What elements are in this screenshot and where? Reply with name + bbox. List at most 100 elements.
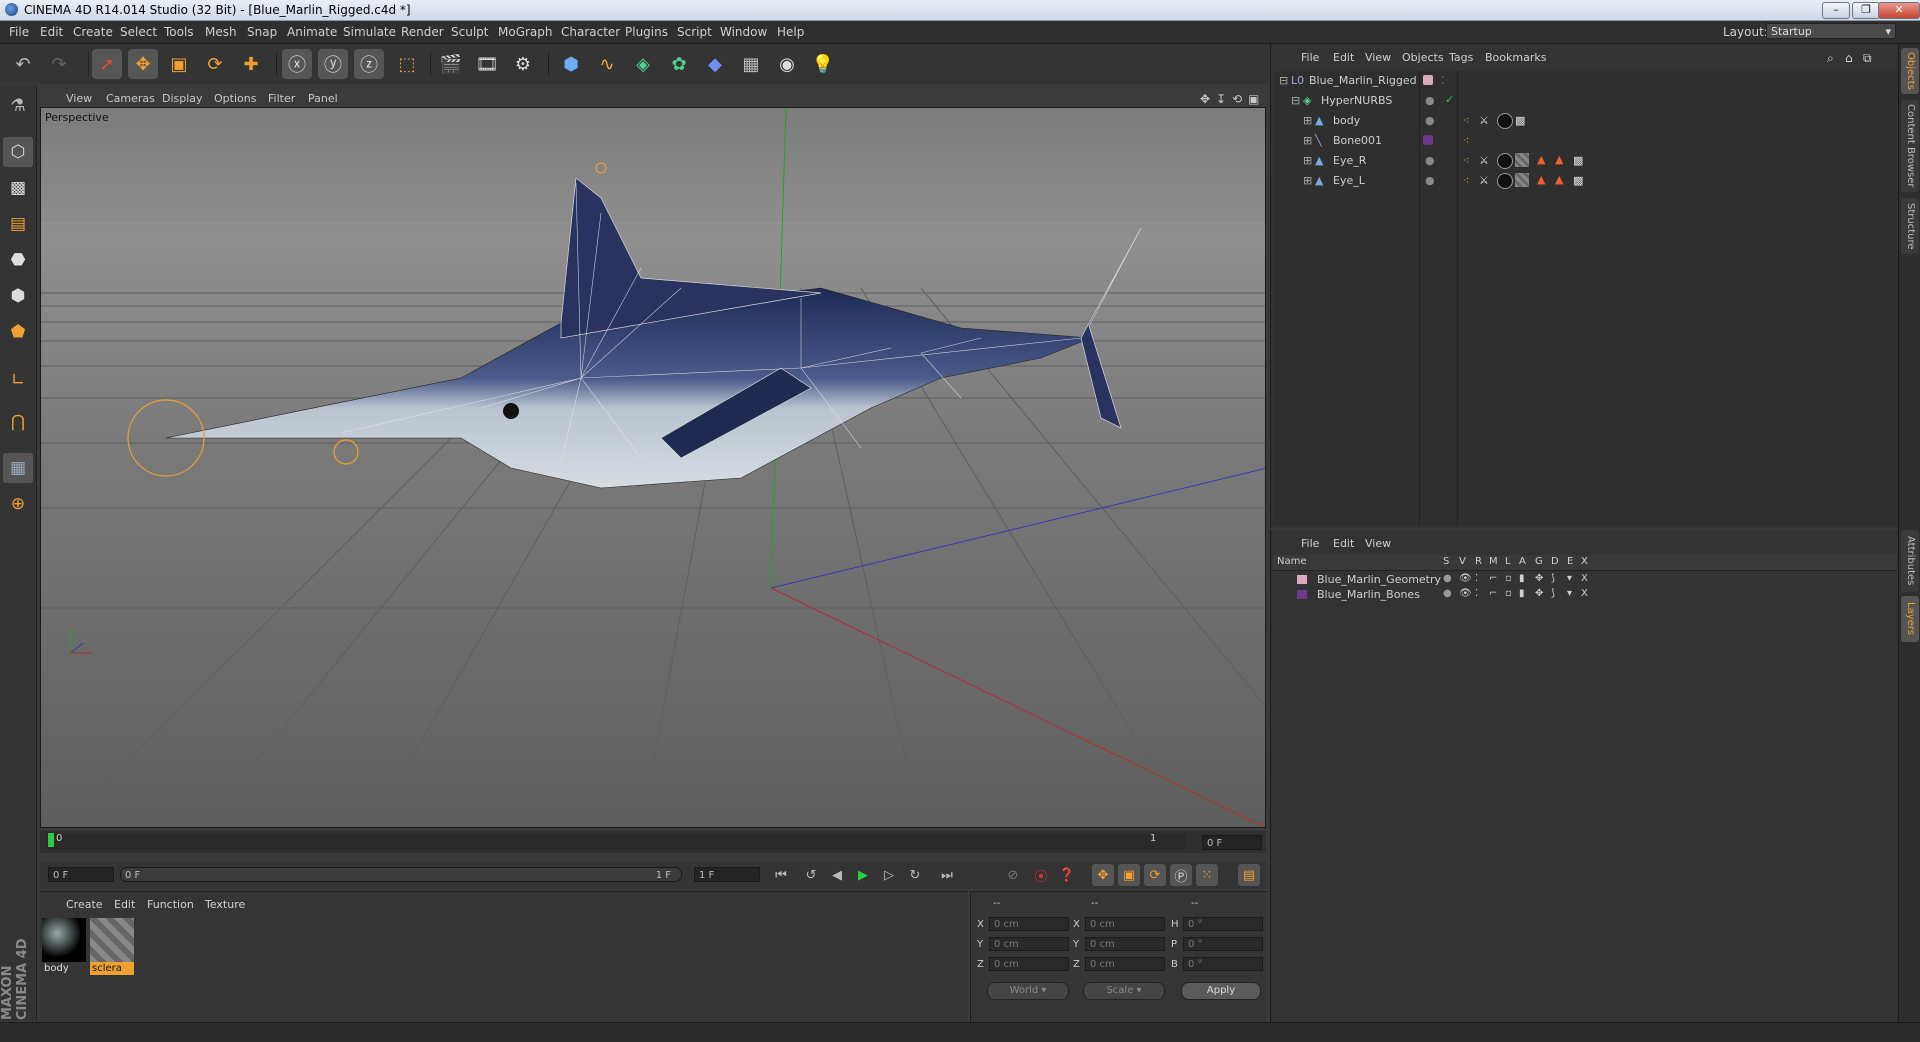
weight-tag-icon[interactable]: ⁖ xyxy=(1463,134,1469,147)
material-menu-create[interactable]: Create xyxy=(66,898,103,911)
polygons-mode-icon[interactable]: ⬟ xyxy=(3,317,33,347)
menu-window[interactable]: Window xyxy=(720,25,767,39)
edges-mode-icon[interactable]: ⬢ xyxy=(3,281,33,311)
key-rotation-icon[interactable]: ⟳ xyxy=(1144,864,1166,886)
nurbs-icon[interactable]: ◈ xyxy=(628,49,658,79)
material-tag-body-icon[interactable] xyxy=(1497,153,1513,169)
viewport-menu-options[interactable]: Options xyxy=(214,92,256,105)
key-position-icon[interactable]: ✥ xyxy=(1092,864,1114,886)
x-axis-lock-icon[interactable]: ⓧ xyxy=(282,49,312,79)
next-frame-icon[interactable]: ▷ xyxy=(878,864,900,886)
visibility-dot-icon[interactable]: ● xyxy=(1425,174,1435,187)
position-z-field[interactable]: 0 cm xyxy=(989,957,1069,971)
workplane-grid-icon[interactable]: ▦ xyxy=(3,453,33,483)
previous-frame-icon[interactable]: ◀ xyxy=(826,864,848,886)
viewport-menu-cameras[interactable]: Cameras xyxy=(106,92,155,105)
material-tag-body-icon[interactable] xyxy=(1497,113,1513,129)
layer-row[interactable]: Blue_Marlin_Bones ● 👁 ⁚ ⌐ ▫ ▮ ✥ ⟆ ▾ X xyxy=(1273,587,1897,602)
object-name[interactable]: Bone001 xyxy=(1333,134,1382,147)
play-icon[interactable]: ▶ xyxy=(852,864,874,886)
menu-character[interactable]: Character xyxy=(561,25,620,39)
viewport-layout-icon[interactable]: ▣ xyxy=(1248,92,1259,106)
tab-structure[interactable]: Structure xyxy=(1901,198,1919,254)
timeline-track[interactable] xyxy=(46,834,1186,850)
render-view-icon[interactable]: 🎬 xyxy=(436,49,466,79)
rotation-b-field[interactable]: 0 ° xyxy=(1183,957,1263,971)
weight-tag-icon[interactable]: ⁖ xyxy=(1463,154,1469,167)
end-frame-field[interactable]: 1 F xyxy=(694,867,760,882)
previous-key-icon[interactable]: ↺ xyxy=(800,864,822,886)
light-icon[interactable]: 💡 xyxy=(808,49,838,79)
material-tag-body-icon[interactable] xyxy=(1497,173,1513,189)
selection-tag-icon[interactable]: ▲ xyxy=(1537,173,1545,186)
viewport-menu-panel[interactable]: Panel xyxy=(308,92,338,105)
eye-icon[interactable]: 👁 xyxy=(1459,588,1472,599)
close-button[interactable]: ✕ xyxy=(1878,2,1920,19)
live-selection-icon[interactable]: ➚ xyxy=(92,49,122,79)
timeline-window-icon[interactable]: ▤ xyxy=(1238,864,1260,886)
expand-icon[interactable]: ⊞ xyxy=(1303,134,1312,147)
xref-icon[interactable]: X xyxy=(1581,588,1588,599)
maximize-button[interactable]: ❐ xyxy=(1852,2,1880,19)
expression-icon[interactable]: ▾ xyxy=(1567,573,1572,584)
animation-icon[interactable]: ▮ xyxy=(1519,588,1525,599)
layer-menu-file[interactable]: File xyxy=(1301,537,1319,550)
solo-dot-icon[interactable]: ● xyxy=(1443,573,1452,584)
object-row[interactable]: ⊞ ▲ Eye_L ● ⁖ ⚔ ▲ ▲ ▩ xyxy=(1273,171,1897,191)
object-name[interactable]: Eye_R xyxy=(1333,154,1366,167)
skin-tag-icon[interactable]: ⚔ xyxy=(1479,114,1489,127)
expand-icon[interactable]: ⊞ xyxy=(1303,154,1312,167)
start-frame-field[interactable]: 0 F xyxy=(48,867,114,882)
material-tag-sclera-icon[interactable] xyxy=(1515,173,1529,187)
material-tag-sclera-icon[interactable] xyxy=(1515,153,1529,167)
z-axis-lock-icon[interactable]: ⓩ xyxy=(354,49,384,79)
object-menu-objects[interactable]: Objects xyxy=(1402,51,1444,64)
material-menu-texture[interactable]: Texture xyxy=(205,898,245,911)
texture-tag-icon[interactable]: ▩ xyxy=(1515,114,1525,127)
axis-mode-icon[interactable]: ∟ xyxy=(3,365,33,395)
layer-color-swatch[interactable] xyxy=(1297,590,1307,599)
viewport-menu-view[interactable]: View xyxy=(66,92,92,105)
viewport-rotate-icon[interactable]: ⟲ xyxy=(1232,92,1242,106)
menu-select[interactable]: Select xyxy=(120,25,157,39)
tab-content-browser[interactable]: Content Browser xyxy=(1901,100,1919,192)
solo-dot-icon[interactable]: ● xyxy=(1443,588,1452,599)
material-swatch-sclera[interactable]: sclera xyxy=(90,918,134,976)
collapse-icon[interactable]: ⊟ xyxy=(1291,94,1300,107)
texture-tag-icon[interactable]: ▩ xyxy=(1573,154,1583,167)
menu-script[interactable]: Script xyxy=(677,25,712,39)
undo-icon[interactable]: ↶ xyxy=(8,49,38,79)
menu-file[interactable]: File xyxy=(9,25,29,39)
render-picture-viewer-icon[interactable]: 🎞 xyxy=(472,49,502,79)
object-name[interactable]: Blue_Marlin_Rigged xyxy=(1309,74,1417,87)
layout-dropdown[interactable]: Startup ▾ xyxy=(1766,23,1896,39)
spline-pen-icon[interactable]: ∿ xyxy=(592,49,622,79)
menu-tools[interactable]: Tools xyxy=(164,25,194,39)
coordinate-space-dropdown[interactable]: World ▾ xyxy=(987,982,1069,1000)
menu-snap[interactable]: Snap xyxy=(247,25,277,39)
object-name[interactable]: Eye_L xyxy=(1333,174,1365,187)
autokey-icon[interactable]: ❓ xyxy=(1056,864,1078,886)
weight-tag-icon[interactable]: ⁖ xyxy=(1463,114,1469,127)
y-axis-lock-icon[interactable]: ⓨ xyxy=(318,49,348,79)
texture-tag-icon[interactable]: ▩ xyxy=(1573,174,1583,187)
layer-menu-edit[interactable]: Edit xyxy=(1333,537,1354,550)
tab-layers[interactable]: Layers xyxy=(1901,596,1919,642)
locked-workplane-icon[interactable]: ⊕ xyxy=(3,489,33,519)
apply-button[interactable]: Apply xyxy=(1181,982,1261,1000)
lock-icon[interactable]: ▫ xyxy=(1505,573,1512,584)
object-menu-bookmarks[interactable]: Bookmarks xyxy=(1485,51,1546,64)
xref-icon[interactable]: X xyxy=(1581,573,1588,584)
material-swatch-body[interactable]: body xyxy=(42,918,86,976)
visibility-dots-icon[interactable]: ⁚ xyxy=(1441,74,1445,87)
record-active-icon[interactable]: ⦿ xyxy=(1030,864,1052,886)
menu-simulate[interactable]: Simulate xyxy=(343,25,396,39)
object-row[interactable]: ⊟ ◈ HyperNURBS ● ✓ xyxy=(1273,91,1897,111)
object-row[interactable]: ⊞ ▲ body ● ⁖ ⚔ ▩ xyxy=(1273,111,1897,131)
home-icon[interactable]: ⌂ xyxy=(1845,51,1853,65)
object-menu-view[interactable]: View xyxy=(1365,51,1391,64)
redo-icon[interactable]: ↷ xyxy=(44,49,74,79)
menu-edit[interactable]: Edit xyxy=(40,25,63,39)
add-object-icon[interactable]: ✚ xyxy=(236,49,266,79)
material-menu-edit[interactable]: Edit xyxy=(114,898,135,911)
